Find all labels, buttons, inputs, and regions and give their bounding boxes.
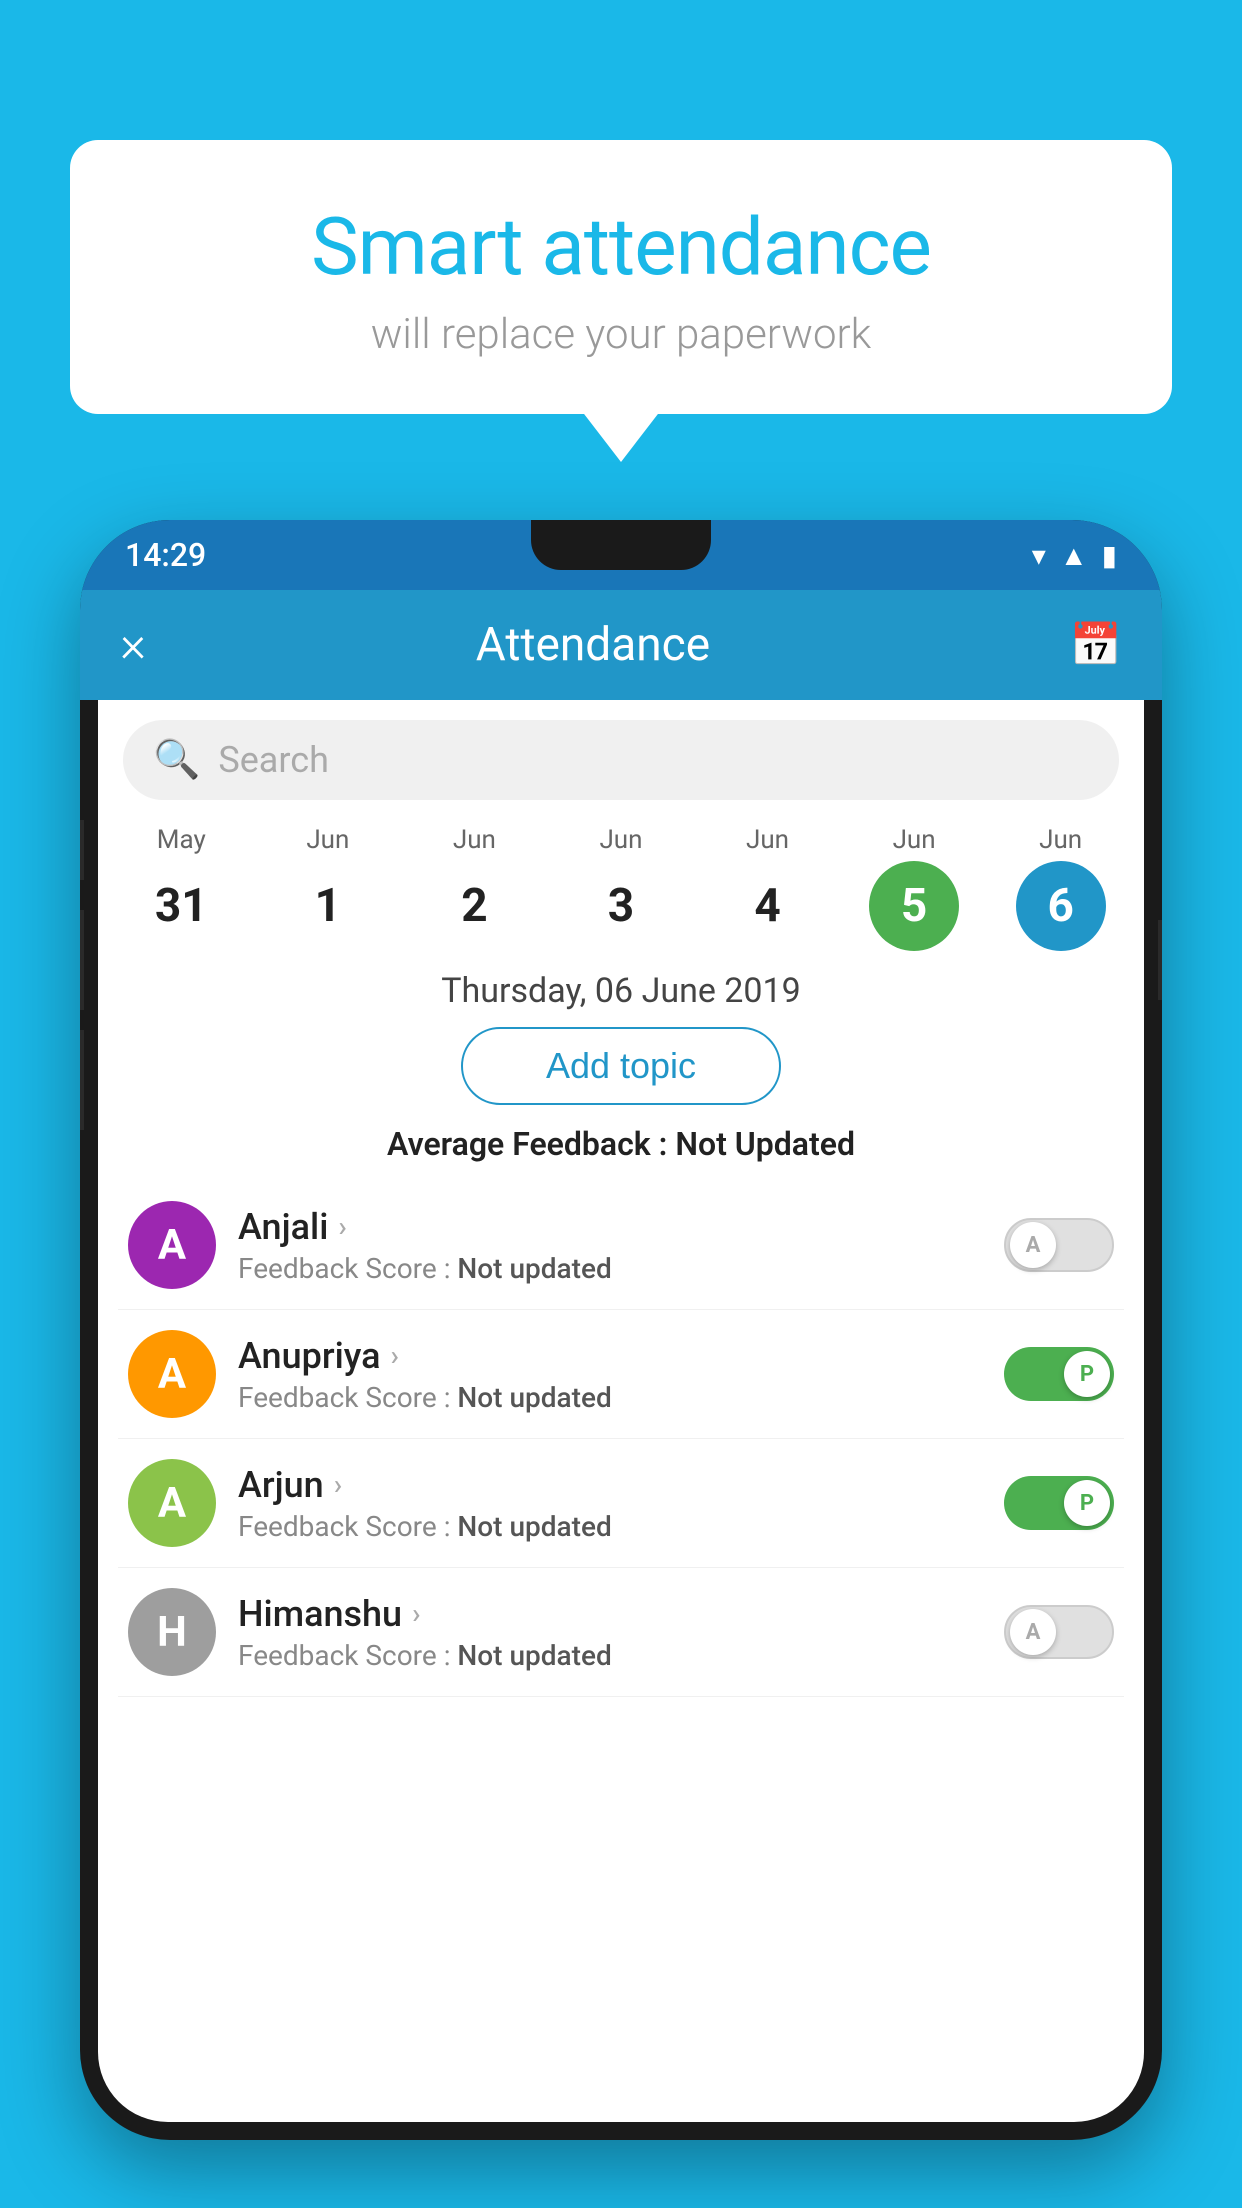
student-avatar: A (128, 1459, 216, 1547)
attendance-toggle[interactable]: P (1004, 1347, 1114, 1401)
cal-month: Jun (306, 825, 349, 855)
toggle-knob: P (1064, 1480, 1110, 1526)
student-info: Arjun › Feedback Score : Not updated (238, 1464, 982, 1543)
calendar-strip: May 31 Jun 1 Jun 2 Jun 3 Jun 4 Jun 5 Jun… (98, 810, 1144, 951)
avg-feedback-value: Not Updated (675, 1125, 855, 1163)
calendar-item[interactable]: May 31 (116, 825, 246, 951)
speech-bubble: Smart attendance will replace your paper… (70, 140, 1172, 414)
student-info: Anupriya › Feedback Score : Not updated (238, 1335, 982, 1414)
cal-day[interactable]: 4 (723, 861, 813, 951)
phone-vol-up-button (80, 910, 84, 1010)
attendance-toggle[interactable]: P (1004, 1476, 1114, 1530)
student-row[interactable]: A Anjali › Feedback Score : Not updated … (118, 1181, 1124, 1310)
student-avatar: H (128, 1588, 216, 1676)
cal-day[interactable]: 5 (869, 861, 959, 951)
attendance-toggle[interactable]: A (1004, 1605, 1114, 1659)
calendar-item[interactable]: Jun 2 (409, 825, 539, 951)
student-name: Himanshu › (238, 1593, 982, 1635)
feedback-score: Feedback Score : Not updated (238, 1639, 982, 1672)
cal-day[interactable]: 3 (576, 861, 666, 951)
phone-power-button (80, 820, 84, 880)
battery-icon: ▮ (1102, 539, 1117, 572)
student-info: Himanshu › Feedback Score : Not updated (238, 1593, 982, 1672)
toggle-switch[interactable]: A (1004, 1218, 1114, 1272)
student-name: Arjun › (238, 1464, 982, 1506)
phone-wrapper: 14:29 ▾ ▲ ▮ × Attendance 📅 🔍 Search May … (80, 520, 1162, 2208)
feedback-value: Not updated (457, 1639, 611, 1672)
phone-notch (531, 520, 711, 570)
cal-day[interactable]: 1 (283, 861, 373, 951)
toggle-switch[interactable]: A (1004, 1605, 1114, 1659)
toggle-switch[interactable]: P (1004, 1476, 1114, 1530)
attendance-toggle[interactable]: A (1004, 1218, 1114, 1272)
student-row[interactable]: A Arjun › Feedback Score : Not updated P (118, 1439, 1124, 1568)
cal-day[interactable]: 31 (136, 861, 226, 951)
chevron-right-icon: › (391, 1339, 399, 1372)
toggle-knob: A (1010, 1609, 1056, 1655)
status-icons: ▾ ▲ ▮ (1032, 539, 1117, 572)
cal-month: Jun (453, 825, 496, 855)
student-row[interactable]: A Anupriya › Feedback Score : Not update… (118, 1310, 1124, 1439)
calendar-item[interactable]: Jun 4 (703, 825, 833, 951)
feedback-value: Not updated (457, 1252, 611, 1285)
student-avatar: A (128, 1330, 216, 1418)
chevron-right-icon: › (334, 1468, 342, 1501)
close-button[interactable]: × (120, 616, 146, 674)
calendar-item[interactable]: Jun 3 (556, 825, 686, 951)
feedback-value: Not updated (457, 1381, 611, 1414)
cal-month: Jun (1039, 825, 1082, 855)
cal-day[interactable]: 2 (429, 861, 519, 951)
toggle-knob: P (1064, 1351, 1110, 1397)
add-topic-button[interactable]: Add topic (461, 1027, 781, 1105)
cal-month: Jun (893, 825, 936, 855)
phone-screen: 🔍 Search May 31 Jun 1 Jun 2 Jun 3 Jun 4 … (98, 700, 1144, 2122)
calendar-item[interactable]: Jun 1 (263, 825, 393, 951)
app-bar-title: Attendance (176, 618, 1010, 672)
bubble-title: Smart attendance (120, 200, 1122, 294)
toggle-switch[interactable]: P (1004, 1347, 1114, 1401)
app-bar: × Attendance 📅 (80, 590, 1162, 700)
student-info: Anjali › Feedback Score : Not updated (238, 1206, 982, 1285)
feedback-score: Feedback Score : Not updated (238, 1510, 982, 1543)
toggle-knob: A (1010, 1222, 1056, 1268)
cal-month: Jun (746, 825, 789, 855)
search-icon: 🔍 (153, 738, 200, 782)
bubble-subtitle: will replace your paperwork (120, 310, 1122, 359)
phone-vol-down-button (80, 1030, 84, 1130)
cal-month: Jun (599, 825, 642, 855)
feedback-score: Feedback Score : Not updated (238, 1381, 982, 1414)
student-row[interactable]: H Himanshu › Feedback Score : Not update… (118, 1568, 1124, 1697)
wifi-icon: ▾ (1032, 539, 1046, 572)
student-avatar: A (128, 1201, 216, 1289)
cal-day[interactable]: 6 (1016, 861, 1106, 951)
calendar-item[interactable]: Jun 5 (849, 825, 979, 951)
selected-date-label: Thursday, 06 June 2019 (98, 971, 1144, 1011)
calendar-icon[interactable]: 📅 (1070, 621, 1122, 670)
search-bar[interactable]: 🔍 Search (123, 720, 1119, 800)
average-feedback: Average Feedback : Not Updated (98, 1125, 1144, 1163)
feedback-score: Feedback Score : Not updated (238, 1252, 982, 1285)
avg-feedback-label: Average Feedback : (387, 1125, 675, 1163)
chevron-right-icon: › (338, 1210, 346, 1243)
status-time: 14:29 (125, 536, 206, 574)
speech-bubble-container: Smart attendance will replace your paper… (70, 140, 1172, 414)
student-name: Anjali › (238, 1206, 982, 1248)
student-name: Anupriya › (238, 1335, 982, 1377)
signal-icon: ▲ (1060, 539, 1088, 572)
student-list: A Anjali › Feedback Score : Not updated … (98, 1181, 1144, 1697)
calendar-item[interactable]: Jun 6 (996, 825, 1126, 951)
cal-month: May (157, 825, 206, 855)
search-placeholder: Search (218, 739, 329, 781)
phone-volume-button (1158, 920, 1162, 1000)
feedback-value: Not updated (457, 1510, 611, 1543)
phone-frame: 14:29 ▾ ▲ ▮ × Attendance 📅 🔍 Search May … (80, 520, 1162, 2140)
chevron-right-icon: › (412, 1597, 420, 1630)
